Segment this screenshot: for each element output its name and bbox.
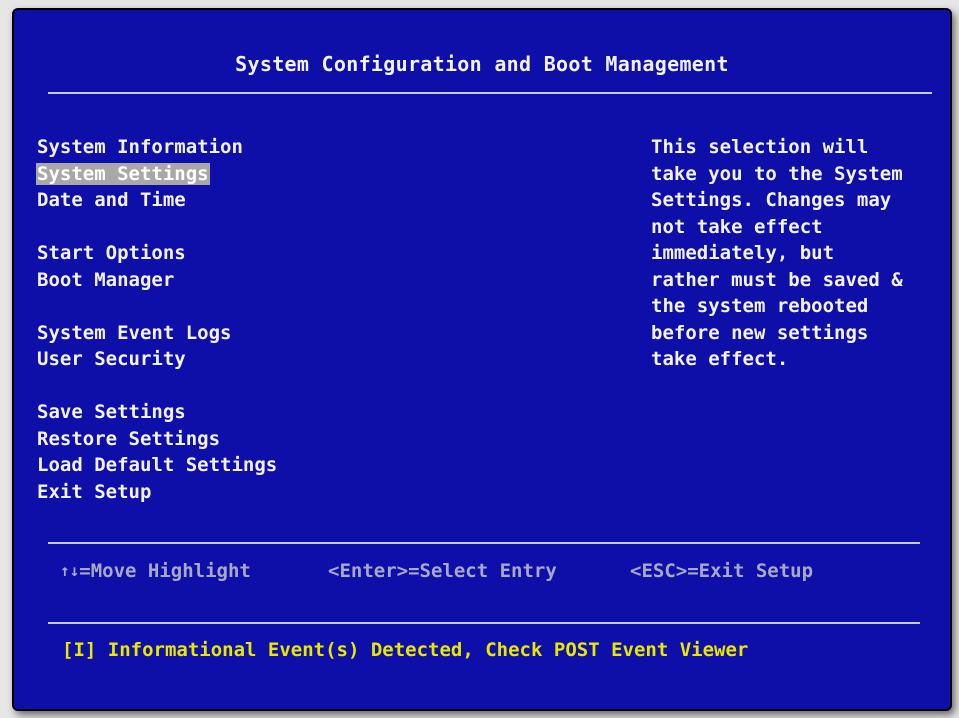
menu-item-label: System Information: [37, 136, 243, 158]
hint-move-highlight: ↑↓=Move Highlight: [60, 558, 251, 584]
title-divider: [48, 92, 932, 94]
menu-group-spacer: [36, 214, 278, 241]
menu-item-label: Load Default Settings: [37, 454, 278, 476]
help-line: rather must be saved &: [651, 268, 903, 291]
menu-item-label: Restore Settings: [37, 427, 221, 450]
menu-item-label: Date and Time: [37, 189, 186, 211]
menu-group-spacer: [36, 373, 278, 400]
page-title: System Configuration and Boot Management: [235, 52, 729, 76]
menu-group-spacer: [36, 293, 278, 320]
menu-item-save-settings[interactable]: Save Settings: [36, 399, 278, 426]
key-hint-bar: ↑↓=Move Highlight <Enter>=Select Entry <…: [14, 558, 950, 584]
menu-item-system-information[interactable]: System Information: [36, 134, 278, 161]
help-line: immediately, but: [651, 242, 835, 264]
menu-item-label: System Settings: [36, 162, 210, 185]
status-divider: [48, 622, 920, 624]
menu-item-label: Boot Manager: [37, 268, 175, 291]
menu-item-label: Save Settings: [37, 401, 186, 423]
main-menu: System Information System Settings Date an…: [36, 134, 278, 505]
menu-item-user-security[interactable]: User Security: [36, 346, 278, 373]
help-line: the system rebooted: [651, 295, 869, 317]
help-line: before new settings: [651, 321, 869, 344]
help-panel: This selection will take you to the Syste…: [651, 134, 921, 373]
help-line: not take effect: [651, 215, 823, 238]
menu-item-boot-manager[interactable]: Boot Manager: [36, 267, 278, 294]
status-message: [I] Informational Event(s) Detected, Che…: [62, 639, 749, 661]
menu-item-system-settings[interactable]: System Settings: [36, 161, 278, 188]
hint-exit-setup: <ESC>=Exit Setup: [630, 560, 814, 582]
menu-item-label: System Event Logs: [37, 321, 232, 344]
menu-item-exit-setup[interactable]: Exit Setup: [36, 479, 278, 506]
help-line: take effect.: [651, 348, 789, 370]
menu-item-restore-settings[interactable]: Restore Settings: [36, 426, 278, 453]
help-line: This selection will: [651, 136, 869, 158]
menu-item-load-default-settings[interactable]: Load Default Settings: [36, 452, 278, 479]
menu-item-date-and-time[interactable]: Date and Time: [36, 187, 278, 214]
help-line: Settings. Changes may: [651, 189, 892, 211]
menu-item-label: Exit Setup: [37, 480, 152, 503]
menu-item-start-options[interactable]: Start Options: [36, 240, 278, 267]
menu-item-system-event-logs[interactable]: System Event Logs: [36, 320, 278, 347]
hint-move-label: =Move Highlight: [79, 560, 251, 582]
menu-item-label: Start Options: [37, 242, 186, 264]
hint-divider: [48, 542, 920, 544]
menu-item-label: User Security: [37, 348, 186, 370]
up-down-arrows-icon: ↑↓: [60, 561, 80, 580]
bios-setup-screen: System Configuration and Boot Management…: [12, 8, 952, 711]
help-line: take you to the System: [651, 162, 903, 185]
hint-select-entry: <Enter>=Select Entry: [328, 560, 557, 582]
